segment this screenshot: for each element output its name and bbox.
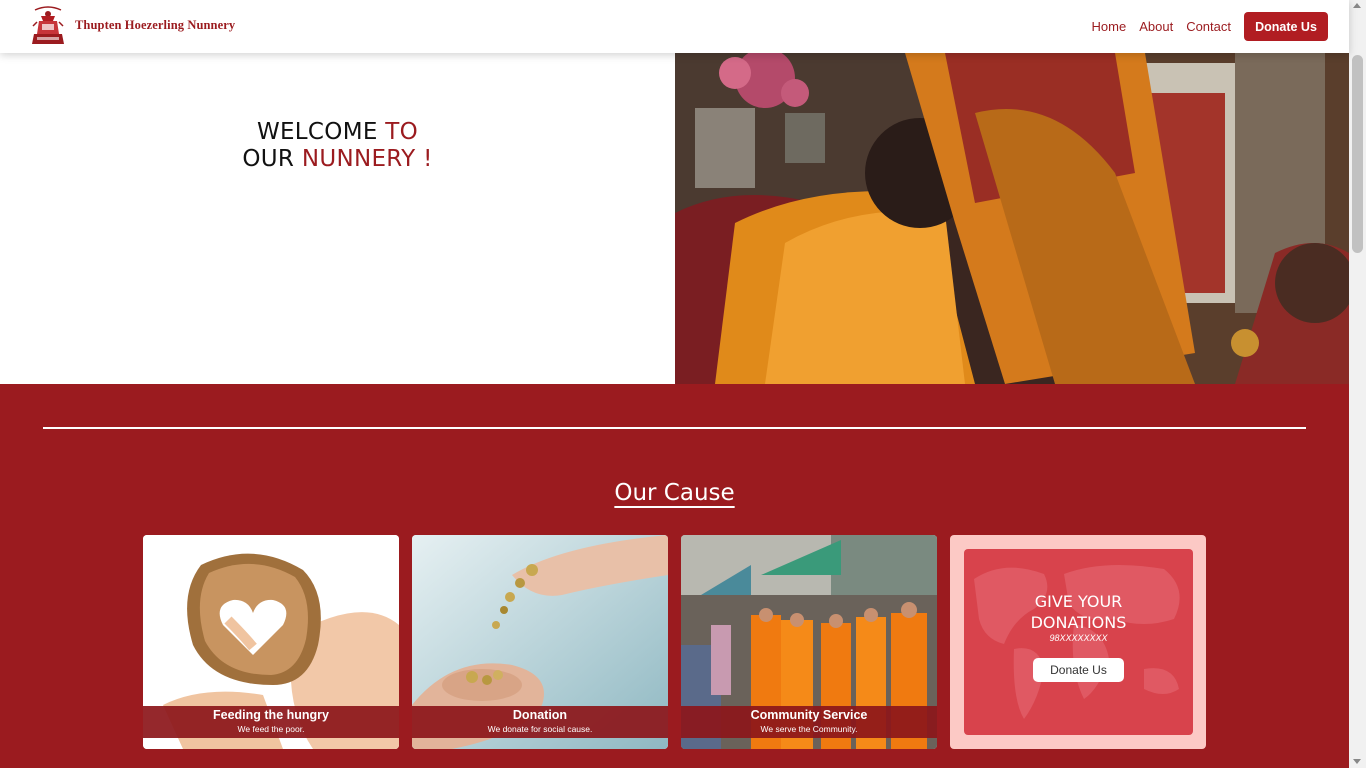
donate-us-button[interactable]: Donate Us xyxy=(1244,12,1328,41)
nav-links: Home About Contact Donate Us xyxy=(1092,12,1328,41)
nav-about-link[interactable]: About xyxy=(1139,19,1173,34)
hero-image xyxy=(675,53,1349,384)
give-line2: DONATIONS xyxy=(1030,613,1127,632)
card-caption: Feeding the hungry We feed the poor. xyxy=(143,706,399,738)
card-title: Feeding the hungry xyxy=(213,708,329,722)
welcome-word: WELCOME xyxy=(256,119,386,145)
donation-panel: GIVE YOUR DONATIONS 98XXXXXXXX Donate Us xyxy=(964,549,1193,735)
cause-card-community[interactable]: Community Service We serve the Community… xyxy=(681,535,937,749)
our-cause-heading: Our Cause xyxy=(0,480,1349,506)
cause-card-feeding[interactable]: Feeding the hungry We feed the poor. xyxy=(143,535,399,749)
card-subtitle: We feed the poor. xyxy=(237,724,305,734)
cause-card-donation[interactable]: Donation We donate for social cause. xyxy=(412,535,668,749)
scroll-down-arrow-icon[interactable] xyxy=(1353,759,1361,764)
card-caption: Community Service We serve the Community… xyxy=(681,706,937,738)
donation-donate-us-button[interactable]: Donate Us xyxy=(1033,658,1124,682)
donation-phone: 98XXXXXXXX xyxy=(1049,633,1108,643)
scroll-thumb[interactable] xyxy=(1352,55,1363,253)
give-line1: GIVE YOUR xyxy=(1034,592,1123,611)
scroll-up-arrow-icon[interactable] xyxy=(1353,3,1361,8)
brand-name[interactable]: Thupten Hoezerling Nunnery xyxy=(75,18,235,33)
card-title: Donation xyxy=(512,708,568,722)
card-caption: Donation We donate for social cause. xyxy=(412,706,668,738)
navbar: Thupten Hoezerling Nunnery Home About Co… xyxy=(0,0,1349,53)
section-divider xyxy=(43,427,1306,429)
card-subtitle: We donate for social cause. xyxy=(487,724,593,734)
nunnery-logo[interactable] xyxy=(29,4,67,48)
monks-ceremony-photo xyxy=(675,53,1349,384)
hero-welcome-panel: WELCOME TO OUR NUNNERY ! xyxy=(0,53,675,384)
our-cause-title: Our Cause xyxy=(614,480,735,506)
card-title: Community Service xyxy=(750,708,868,722)
nav-home-link[interactable]: Home xyxy=(1092,19,1127,34)
welcome-to: TO xyxy=(385,119,419,145)
welcome-our: OUR xyxy=(242,146,302,172)
donation-card: GIVE YOUR DONATIONS 98XXXXXXXX Donate Us xyxy=(950,535,1206,749)
nav-contact-link[interactable]: Contact xyxy=(1186,19,1231,34)
welcome-heading: WELCOME TO OUR NUNNERY ! xyxy=(0,119,675,173)
card-subtitle: We serve the Community. xyxy=(760,724,858,734)
give-donations-heading: GIVE YOUR DONATIONS xyxy=(964,591,1193,633)
welcome-nunnery: NUNNERY ! xyxy=(301,146,433,172)
